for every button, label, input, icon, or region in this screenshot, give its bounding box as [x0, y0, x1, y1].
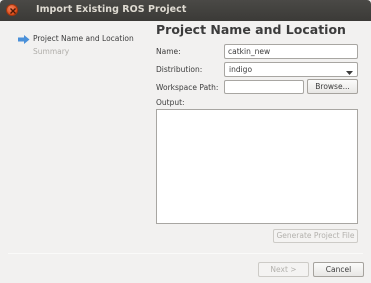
- output-label: Output:: [156, 98, 185, 107]
- sidebar-item-label: Summary: [33, 47, 70, 56]
- name-label: Name:: [156, 47, 181, 56]
- workspace-path-label: Workspace Path:: [156, 83, 219, 92]
- output-textarea[interactable]: [156, 109, 358, 224]
- distribution-label: Distribution:: [156, 65, 203, 74]
- workspace-path-field[interactable]: [224, 80, 304, 94]
- distribution-value: indigo: [229, 65, 253, 74]
- distribution-select[interactable]: indigo: [224, 62, 358, 77]
- footer-separator: [8, 253, 363, 254]
- name-field[interactable]: catkin_new: [224, 44, 358, 59]
- title-bar: Import Existing ROS Project: [0, 0, 371, 21]
- browse-button[interactable]: Browse...: [307, 79, 358, 94]
- cancel-button[interactable]: Cancel: [313, 262, 364, 277]
- window-title: Import Existing ROS Project: [36, 4, 187, 15]
- close-icon[interactable]: [6, 4, 18, 16]
- chevron-down-icon: [346, 68, 353, 77]
- generate-project-file-button[interactable]: Generate Project File: [273, 229, 358, 243]
- page-title: Project Name and Location: [156, 22, 346, 37]
- next-button[interactable]: Next >: [258, 262, 309, 277]
- arrow-right-icon: [18, 35, 30, 46]
- sidebar-item-label: Project Name and Location: [33, 34, 134, 43]
